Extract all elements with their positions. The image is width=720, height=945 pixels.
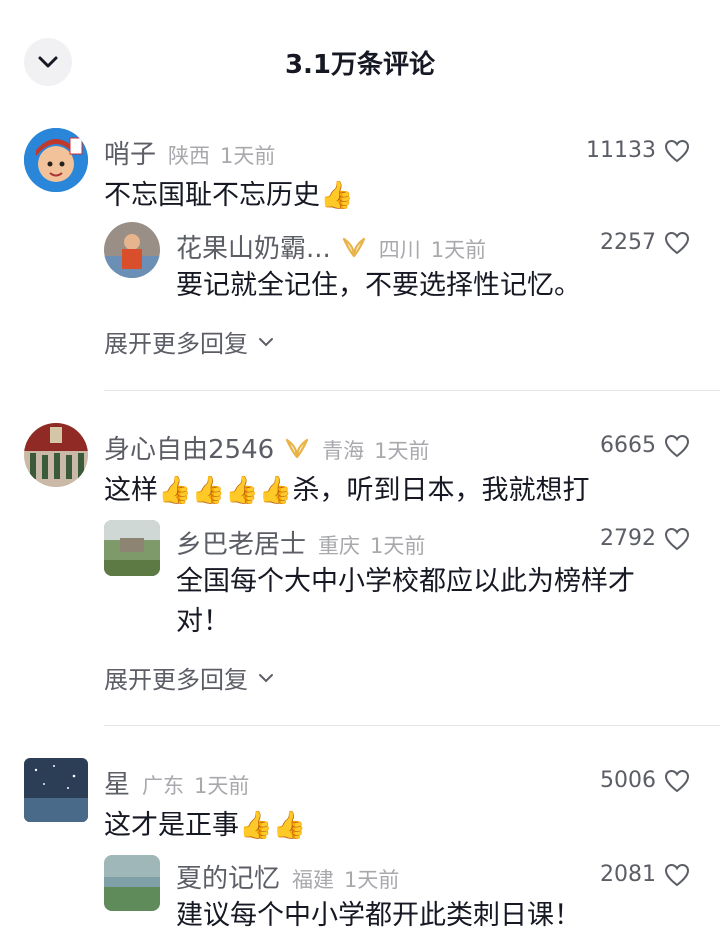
reply-text: 要记就全记住，不要选择性记忆。 <box>176 270 581 301</box>
heart-icon <box>664 863 690 886</box>
like-count: 6665 <box>600 433 656 458</box>
heart-icon <box>664 434 690 457</box>
region: 福建 <box>292 868 335 892</box>
reply-text-line1: 全国每个大中小学校都应以此为榜样才 <box>176 566 635 597</box>
username[interactable]: 哨子 <box>104 134 156 171</box>
like-count: 5006 <box>600 768 656 793</box>
badge-icon <box>342 237 365 257</box>
username[interactable]: 星 <box>104 764 130 801</box>
comments-header: 3.1万条评论 <box>0 0 720 120</box>
like-button[interactable]: 5006 <box>600 768 690 793</box>
like-button[interactable]: 11133 <box>586 138 690 163</box>
timestamp: 1天前 <box>370 534 426 558</box>
like-count: 2792 <box>600 526 656 551</box>
timestamp: 1天前 <box>220 144 276 168</box>
divider <box>104 725 720 726</box>
heart-icon <box>664 231 690 254</box>
region: 陕西 <box>168 144 211 168</box>
timestamp: 1天前 <box>374 439 430 463</box>
like-button[interactable]: 6665 <box>600 433 690 458</box>
reply-username[interactable]: 乡巴老居士 <box>176 524 306 561</box>
comment-count-title: 3.1万条评论 <box>284 50 436 80</box>
region: 重庆 <box>318 534 361 558</box>
reply-avatar[interactable] <box>104 520 160 576</box>
comment-text: 这才是正事👍👍 <box>104 810 307 841</box>
reply-username[interactable]: 花果山奶霸... <box>176 228 331 265</box>
username[interactable]: 身心自由2546 <box>104 429 274 466</box>
badge-icon <box>286 438 309 458</box>
chevron-down-icon <box>259 673 273 682</box>
comment-text: 不忘国耻不忘历史👍 <box>104 180 354 211</box>
like-button[interactable]: 2081 <box>600 862 690 887</box>
heart-icon <box>664 139 690 162</box>
timestamp: 1天前 <box>430 238 487 262</box>
region: 四川 <box>378 238 421 262</box>
expand-replies-button[interactable]: 展开更多回复 <box>104 660 274 695</box>
reply-avatar[interactable] <box>104 855 160 911</box>
reply-text: 建议每个中小学都开此类刺日课！ <box>176 900 581 931</box>
expand-label: 展开更多回复 <box>104 330 248 358</box>
like-count: 2081 <box>600 862 656 887</box>
avatar[interactable] <box>24 128 88 192</box>
region: 广东 <box>142 774 185 798</box>
timestamp: 1天前 <box>344 868 400 892</box>
reply-username[interactable]: 夏的记忆 <box>176 858 280 895</box>
heart-icon <box>664 769 690 792</box>
like-count: 2257 <box>600 230 656 255</box>
expand-replies-button[interactable]: 展开更多回复 <box>104 324 274 359</box>
divider <box>104 390 720 391</box>
region: 青海 <box>322 439 365 463</box>
heart-icon <box>664 527 690 550</box>
avatar[interactable] <box>24 758 88 822</box>
timestamp: 1天前 <box>194 774 250 798</box>
expand-label: 展开更多回复 <box>104 666 248 694</box>
like-button[interactable]: 2792 <box>600 526 690 551</box>
avatar[interactable] <box>24 423 88 487</box>
chevron-down-icon <box>259 337 273 346</box>
like-count: 11133 <box>586 138 656 163</box>
comment-text: 这样👍👍👍👍杀，听到日本，我就想打 <box>104 475 590 506</box>
like-button[interactable]: 2257 <box>600 230 690 255</box>
reply-avatar[interactable] <box>104 222 160 278</box>
reply-text-line2: 对！ <box>176 606 230 637</box>
